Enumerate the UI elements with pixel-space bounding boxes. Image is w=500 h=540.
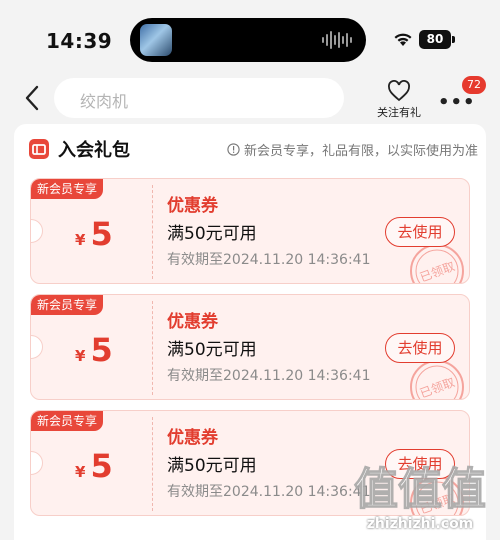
currency-symbol: ¥: [75, 463, 86, 481]
notice-text: 新会员专享，礼品有限，以实际使用为准: [243, 144, 478, 159]
claimed-stamp: 已领取: [410, 244, 464, 284]
amount-value: 5: [90, 447, 113, 485]
use-coupon-button[interactable]: 去使用: [385, 333, 455, 363]
coupon-condition: 满50元可用: [167, 456, 257, 476]
amount-value: 5: [90, 331, 113, 369]
more-icon: •••: [438, 92, 476, 113]
coupon-divider: [152, 301, 153, 395]
coupon-divider: [152, 185, 153, 279]
coupon-notch: [31, 451, 43, 475]
back-arrow-icon[interactable]: [22, 84, 42, 112]
coupon-tag: 新会员专享: [31, 295, 104, 315]
battery-cap: [452, 36, 455, 43]
coupon-tag: 新会员专享: [31, 411, 104, 431]
heart-icon: [388, 80, 410, 102]
search-input[interactable]: 绞肉机: [54, 78, 344, 118]
coupon-condition: 满50元可用: [167, 224, 257, 244]
coupon-validity: 有效期至2024.11.20 14:36:41: [167, 368, 371, 384]
currency-symbol: ¥: [75, 347, 86, 365]
coupon-title: 优惠券: [167, 428, 218, 448]
info-icon: [227, 143, 240, 156]
status-time: 14:39: [46, 29, 113, 53]
amount-value: 5: [90, 215, 113, 253]
currency-symbol: ¥: [75, 231, 86, 249]
watermark-site: zhizhizhi.com: [366, 516, 474, 532]
notice: 新会员专享，礼品有限，以实际使用为准: [227, 140, 478, 159]
coupon-validity: 有效期至2024.11.20 14:36:41: [167, 484, 371, 500]
section-header: 入会礼包 新会员专享，礼品有限，以实际使用为准: [28, 134, 478, 162]
now-playing-thumbnail: [140, 24, 172, 56]
site-watermark: 值值值 zhizhizhi.com: [350, 456, 490, 536]
claimed-stamp: 已领取: [410, 360, 464, 400]
coupon-divider: [152, 417, 153, 511]
section-title: 入会礼包: [58, 140, 130, 161]
coupon-card[interactable]: 新会员专享 ¥ 5 优惠券 满50元可用 有效期至2024.11.20 14:3…: [30, 178, 470, 284]
coupon-amount: ¥ 5: [75, 215, 113, 253]
stamp-text: 已领取: [418, 375, 457, 400]
watermark-logo-text: 值值值: [354, 464, 486, 515]
coupon-validity: 有效期至2024.11.20 14:36:41: [167, 252, 371, 268]
dynamic-island[interactable]: [130, 18, 366, 62]
coupon-tag: 新会员专享: [31, 179, 104, 199]
message-badge: 72: [462, 76, 486, 94]
coupon-notch: [31, 335, 43, 359]
coupon-amount: ¥ 5: [75, 331, 113, 369]
watermark-logo: 值值值: [353, 463, 486, 515]
wifi-icon: [394, 33, 412, 46]
battery-icon: 80: [419, 30, 451, 49]
coupon-card[interactable]: 新会员专享 ¥ 5 优惠券 满50元可用 有效期至2024.11.20 14:3…: [30, 294, 470, 400]
use-coupon-button[interactable]: 去使用: [385, 217, 455, 247]
search-placeholder: 绞肉机: [80, 92, 129, 111]
coupon-amount: ¥ 5: [75, 447, 113, 485]
coupon-notch: [31, 219, 43, 243]
audio-wave-icon: [322, 30, 352, 50]
coupon-title: 优惠券: [167, 196, 218, 216]
gift-icon: [29, 139, 49, 159]
coupon-condition: 满50元可用: [167, 340, 257, 360]
coupon-title: 优惠券: [167, 312, 218, 332]
stamp-text: 已领取: [418, 259, 457, 284]
follow-label: 关注有礼: [377, 106, 421, 119]
more-button[interactable]: •••: [436, 88, 475, 112]
follow-button[interactable]: 关注有礼: [374, 78, 424, 120]
status-bar: 14:39 80: [0, 0, 500, 78]
